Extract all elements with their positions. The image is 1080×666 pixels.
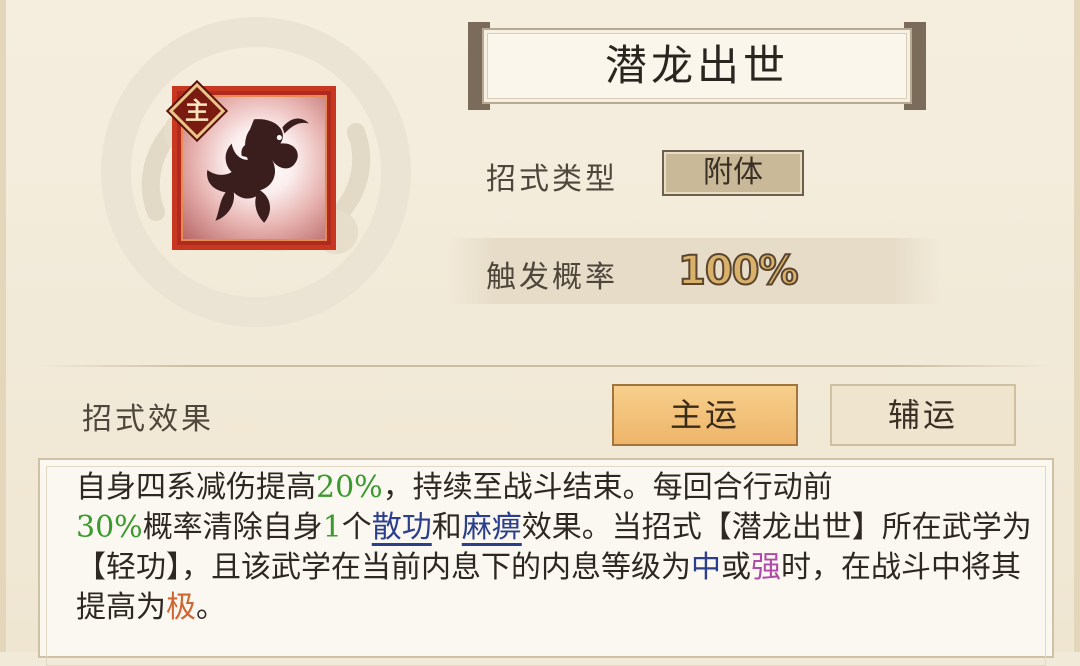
trigger-chance-label: 触发概率 <box>486 260 618 295</box>
skill-detail-panel: 主 潜龙出世 招式类型 附体 触发概率 100% 招式效果 主运 辅运 自身四系… <box>0 0 1080 666</box>
skill-title-plate: 潜龙出世 <box>468 22 926 110</box>
skill-type-badge: 附体 <box>662 150 804 196</box>
main-skill-badge: 主 <box>168 82 226 140</box>
skill-description-box: 自身四系减伤提高20%，持续至战斗结束。每回合行动前 30%概率清除自身1个散功和… <box>38 458 1054 666</box>
keyword-paralysis-link[interactable]: 麻痹 <box>462 510 522 545</box>
skill-type-label: 招式类型 <box>486 162 618 197</box>
skill-name: 潜龙出世 <box>604 41 789 90</box>
tab-main-mode[interactable]: 主运 <box>612 384 798 446</box>
level-medium: 中 <box>691 550 721 585</box>
tab-auxiliary-mode[interactable]: 辅运 <box>830 384 1016 446</box>
cleanse-count-value: 1 <box>322 510 342 545</box>
skill-icon-frame[interactable]: 主 <box>168 82 336 250</box>
title-bracket-right <box>904 22 926 110</box>
cleanse-chance-value: 30% <box>76 510 143 545</box>
keyword-dispel-link[interactable]: 散功 <box>372 510 432 545</box>
skill-effect-label: 招式效果 <box>82 402 214 437</box>
damage-reduction-value: 20% <box>316 470 383 505</box>
title-bracket-left <box>468 22 490 110</box>
badge-label: 主 <box>185 96 209 125</box>
trigger-chance-value: 100% <box>677 247 800 295</box>
level-extreme: 极 <box>166 590 196 625</box>
section-divider <box>40 365 1052 367</box>
level-strong: 强 <box>751 550 781 585</box>
skill-description: 自身四系减伤提高20%，持续至战斗结束。每回合行动前 30%概率清除自身1个散功和… <box>76 470 1032 625</box>
